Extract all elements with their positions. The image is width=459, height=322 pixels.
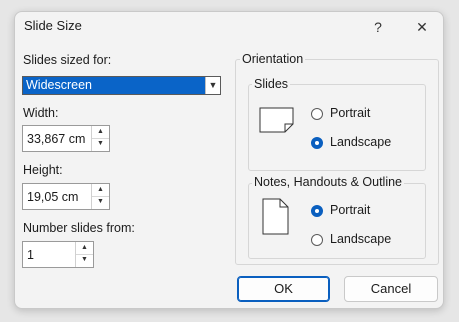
- title-bar: Slide Size ? ✕: [15, 12, 443, 42]
- spin-down-icon[interactable]: ▼: [92, 196, 109, 208]
- width-stepper-arrows: ▲ ▼: [91, 126, 109, 151]
- dialog-title: Slide Size: [24, 18, 82, 33]
- number-slides-from-stepper[interactable]: 1 ▲ ▼: [22, 241, 94, 268]
- spin-down-icon[interactable]: ▼: [76, 254, 93, 266]
- slides-portrait-label[interactable]: Portrait: [330, 106, 370, 120]
- notes-portrait-radio[interactable]: [311, 205, 323, 217]
- slides-landscape-label[interactable]: Landscape: [330, 135, 391, 149]
- width-label: Width:: [23, 106, 59, 120]
- width-stepper[interactable]: 33,867 cm ▲ ▼: [22, 125, 110, 152]
- notes-landscape-radio[interactable]: [311, 234, 323, 246]
- slide-size-dialog: Slide Size ? ✕ Slides sized for: Widescr…: [14, 11, 444, 309]
- notes-portrait-label[interactable]: Portrait: [330, 203, 370, 217]
- number-slides-from-label: Number slides from:: [23, 221, 135, 235]
- slides-landscape-radio[interactable]: [311, 137, 323, 149]
- orientation-title: Orientation: [240, 52, 306, 66]
- width-value[interactable]: 33,867 cm: [27, 132, 85, 146]
- help-icon[interactable]: ?: [365, 15, 391, 39]
- notes-group-title: Notes, Handouts & Outline: [252, 175, 404, 189]
- slides-sized-for-dropdown[interactable]: Widescreen ▼: [22, 76, 221, 95]
- slides-portrait-radio[interactable]: [311, 108, 323, 120]
- close-icon[interactable]: ✕: [409, 15, 435, 39]
- ok-button[interactable]: OK: [237, 276, 330, 302]
- height-stepper[interactable]: 19,05 cm ▲ ▼: [22, 183, 110, 210]
- number-slides-from-value[interactable]: 1: [27, 248, 34, 262]
- height-label: Height:: [23, 163, 63, 177]
- number-stepper-arrows: ▲ ▼: [75, 242, 93, 267]
- cancel-button[interactable]: Cancel: [344, 276, 438, 302]
- notes-landscape-label[interactable]: Landscape: [330, 232, 391, 246]
- height-stepper-arrows: ▲ ▼: [91, 184, 109, 209]
- height-value[interactable]: 19,05 cm: [27, 190, 78, 204]
- chevron-down-icon[interactable]: ▼: [205, 77, 220, 94]
- slides-group-title: Slides: [252, 77, 291, 91]
- slides-sized-for-label: Slides sized for:: [23, 53, 112, 67]
- portrait-page-icon: [262, 198, 289, 235]
- spin-down-icon[interactable]: ▼: [92, 138, 109, 150]
- slides-sized-for-value: Widescreen: [26, 78, 92, 92]
- landscape-page-icon: [259, 107, 294, 133]
